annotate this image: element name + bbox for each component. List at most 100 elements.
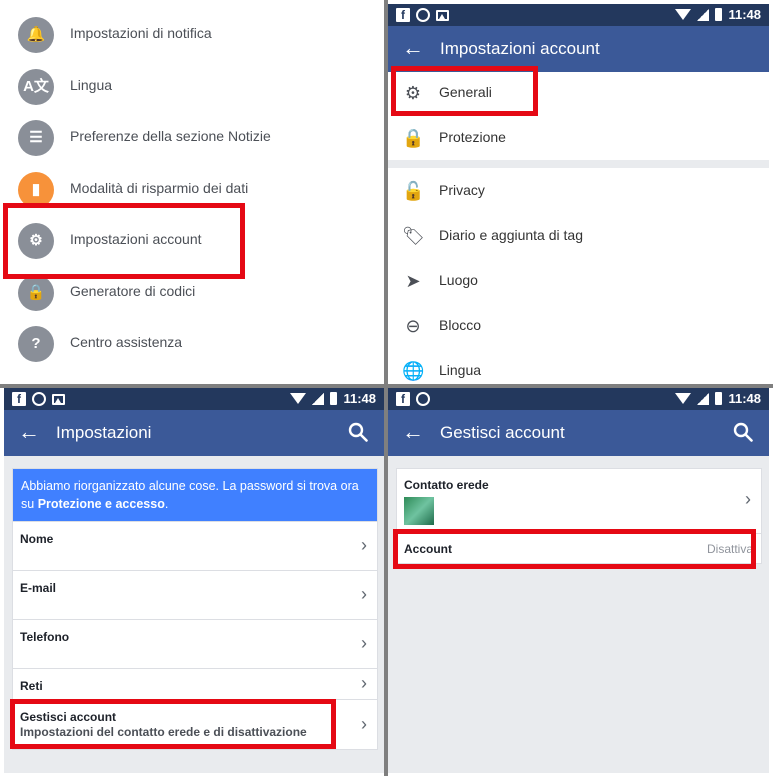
panel-account-settings: f 11:48 ← Impostazioni account ⚙ Generali…: [388, 4, 769, 384]
back-arrow-icon[interactable]: ←: [18, 419, 40, 445]
info-notice: Abbiamo riorganizzato alcune cose. La pa…: [13, 469, 377, 521]
app-bar: ← Impostazioni account: [388, 26, 769, 72]
settings-item[interactable]: 🔓 Privacy: [388, 168, 769, 213]
settings-row-label: Reti: [20, 679, 43, 693]
settings-item[interactable]: ⊖ Blocco: [388, 303, 769, 348]
gear-icon: ⚙: [404, 83, 422, 103]
settings-item[interactable]: ➤ Luogo: [388, 258, 769, 303]
signal-icon: [697, 392, 710, 405]
menu-item[interactable]: ⚙ Impostazioni account: [0, 215, 384, 266]
settings-row[interactable]: Reti ›: [13, 668, 377, 699]
bell-icon: 🔔: [18, 17, 54, 53]
settings-item[interactable]: ⚙ Generali: [388, 70, 769, 115]
menu-item[interactable]: ☰ Preferenze della sezione Notizie: [0, 112, 384, 163]
menu-item[interactable]: ▮ Modalità di risparmio dei dati: [0, 164, 384, 215]
page-title: Impostazioni: [56, 423, 152, 442]
settings-item-label: Generali: [439, 84, 492, 100]
back-arrow-icon[interactable]: ←: [402, 419, 424, 445]
wifi-icon: [290, 393, 307, 404]
facebook-icon: f: [396, 8, 410, 22]
legacy-contact-label: Contatto erede: [404, 478, 489, 492]
menu-item[interactable]: A文 Lingua: [0, 61, 384, 112]
location-arrow-icon: ➤: [405, 271, 421, 291]
page-title: Impostazioni account: [440, 39, 600, 58]
signal-icon: [697, 8, 710, 21]
signal-icon: [312, 392, 325, 405]
globe-icon: 🌐: [402, 361, 425, 381]
menu-item[interactable]: 🔔 Impostazioni di notifica: [0, 9, 384, 60]
menu-item-label: Modalità di risparmio dei dati: [70, 179, 249, 196]
settings-row[interactable]: Nome ›: [13, 521, 377, 570]
legacy-contact-row[interactable]: Contatto erede ›: [397, 469, 761, 533]
settings-item-label: Lingua: [439, 362, 482, 378]
back-arrow-icon[interactable]: ←: [402, 35, 424, 61]
divider-horizontal: [0, 384, 773, 388]
chevron-right-icon: ›: [745, 489, 751, 509]
panel-menu: 🔔 Impostazioni di notifica A文 Lingua ☰ Prefer…: [0, 0, 384, 384]
help-center-icon: ?: [18, 326, 54, 362]
menu-item-label: Impostazioni account: [70, 231, 202, 247]
status-bar: f 11:48: [388, 388, 769, 410]
chevron-right-icon: ›: [361, 713, 367, 734]
menu-item-label: Centro assistenza: [70, 334, 183, 350]
image-icon: [52, 393, 65, 405]
menu-item-label: Impostazioni di notifica: [70, 25, 212, 41]
account-value: Disattiva: [706, 542, 753, 556]
status-time: 11:48: [343, 391, 376, 406]
settings-card: Abbiamo riorganizzato alcune cose. La pa…: [12, 468, 378, 750]
divider-vertical: [384, 0, 388, 776]
settings-row[interactable]: E-mail ›: [13, 570, 377, 619]
chevron-right-icon: ›: [361, 583, 367, 604]
whatsapp-icon: [32, 392, 46, 406]
settings-item[interactable]: 🏷 Diario e aggiunta di tag: [388, 213, 769, 258]
page-title: Gestisci account: [440, 423, 565, 442]
account-settings-icon: ⚙: [18, 223, 54, 259]
tag-icon: 🏷: [402, 226, 425, 246]
status-time: 11:48: [728, 7, 761, 22]
privacy-lock-icon: 🔓: [402, 181, 425, 201]
settings-item-label: Privacy: [439, 182, 485, 198]
manage-account-card: Contatto erede › Account Disattiva: [396, 468, 762, 564]
battery-icon: [715, 392, 723, 405]
settings-row[interactable]: Telefono ›: [13, 619, 377, 668]
wifi-icon: [675, 9, 692, 20]
settings-item[interactable]: 🔒 Protezione: [388, 115, 769, 160]
status-bar: f 11:48: [388, 4, 769, 26]
menu-item-label: Lingua: [70, 76, 113, 93]
wifi-icon: [675, 393, 692, 404]
menu-item[interactable]: 🔒 Generatore di codici: [0, 267, 384, 318]
settings-item[interactable]: 🌐 Lingua: [388, 348, 769, 384]
whatsapp-icon: [416, 8, 430, 22]
translate-icon: A文: [18, 68, 54, 105]
block-icon: ⊖: [405, 316, 421, 336]
search-icon[interactable]: [733, 422, 753, 442]
account-label: Account: [404, 542, 452, 556]
news-feed-icon: ☰: [18, 120, 54, 156]
code-generator-icon: 🔒: [18, 274, 54, 311]
facebook-icon: f: [396, 392, 410, 406]
settings-item-label: Diario e aggiunta di tag: [439, 227, 583, 243]
section-separator: [388, 160, 769, 168]
whatsapp-icon: [416, 392, 430, 406]
search-icon[interactable]: [348, 422, 368, 442]
settings-row-label: E-mail: [20, 581, 57, 595]
data-saver-icon: ▮: [18, 171, 54, 208]
settings-item-label: Blocco: [439, 317, 482, 333]
menu-item[interactable]: ? Centro assistenza: [0, 318, 384, 369]
lock-icon: 🔒: [402, 128, 425, 148]
menu-item-label: Preferenze della sezione Notizie: [70, 128, 271, 144]
account-row[interactable]: Account Disattiva: [397, 533, 761, 564]
notice-link[interactable]: Protezione e accesso: [38, 497, 165, 511]
settings-row-label: Telefono: [20, 630, 70, 644]
avatar: [404, 497, 434, 525]
battery-icon: [330, 392, 338, 405]
settings-row[interactable]: Gestisci account Impostazioni del contatt…: [13, 699, 377, 750]
chevron-right-icon: ›: [361, 672, 367, 693]
settings-row-subtitle: Impostazioni del contatto erede e di dis…: [20, 725, 307, 739]
settings-row-label: Nome: [20, 532, 54, 546]
chevron-right-icon: ›: [361, 534, 367, 555]
app-bar: ← Impostazioni: [4, 410, 384, 456]
settings-item-label: Protezione: [439, 129, 506, 145]
chevron-right-icon: ›: [361, 632, 367, 653]
menu-item-label: Generatore di codici: [70, 282, 196, 299]
